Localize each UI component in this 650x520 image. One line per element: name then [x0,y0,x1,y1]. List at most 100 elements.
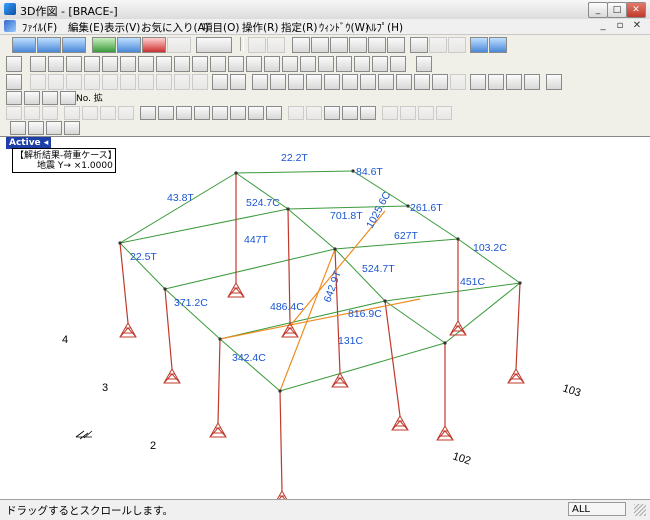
edit-6-icon[interactable] [100,106,116,120]
color-palette-icon[interactable] [196,37,232,53]
print-preview-icon[interactable] [28,121,44,135]
move-icon[interactable] [368,37,386,53]
library-icon[interactable] [64,121,80,135]
member-add-icon[interactable] [158,106,174,120]
menu-view[interactable]: 表示(V) [104,20,140,35]
help-cursor-icon[interactable] [546,74,562,90]
maximize-button[interactable]: □ [607,2,627,18]
layer-1-icon[interactable] [410,37,428,53]
mode-6-icon[interactable] [120,74,136,90]
grid-icon[interactable] [489,37,507,53]
menu-file[interactable]: ﾌｧｲﾙ(F) [22,20,57,35]
n2-icon[interactable] [120,56,136,72]
arrow-up-icon[interactable] [506,74,522,90]
brace-icon[interactable] [156,56,172,72]
menu-items[interactable]: 項目(O) [202,20,239,35]
arrow-icon[interactable] [330,37,348,53]
no-label[interactable]: No. 拡 [76,91,103,104]
zoom-in-icon[interactable] [414,74,430,90]
chevron-up-icon[interactable] [418,106,434,120]
menu-edit[interactable]: 編集(E) [68,20,104,35]
list4-icon[interactable] [60,91,76,105]
minimize-button[interactable]: _ [588,2,608,18]
layer-2-icon[interactable] [429,37,447,53]
copy-icon[interactable] [387,37,405,53]
menu-window[interactable]: ｳｨﾝﾄﾞｳ(W) [319,20,369,35]
pointer-2-icon[interactable] [6,74,22,90]
cursor-icon[interactable] [252,74,268,90]
support-icon[interactable] [174,56,190,72]
mode-1-icon[interactable] [30,74,46,90]
tree-icon[interactable] [396,74,412,90]
close-button[interactable]: ✕ [626,2,646,18]
list-icon[interactable] [6,91,22,105]
rotate2-icon[interactable] [306,74,322,90]
dot-icon[interactable] [360,106,376,120]
q2-icon[interactable] [84,56,100,72]
menu-operation[interactable]: 操作(R) [242,20,279,35]
print-icon[interactable] [10,121,26,135]
support-add-icon[interactable] [212,106,228,120]
scale-icon[interactable] [450,74,466,90]
mdi-minimize-button[interactable]: _ [596,20,610,31]
mode-5-icon[interactable] [102,74,118,90]
layer-3-icon[interactable] [448,37,466,53]
paste-icon[interactable] [306,106,322,120]
member-join-icon[interactable] [194,106,210,120]
chevron-up2-icon[interactable] [436,106,452,120]
arrow-down-icon[interactable] [524,74,540,90]
select-icon[interactable] [349,37,367,53]
node-add-icon[interactable] [140,106,156,120]
check-icon[interactable] [167,37,191,53]
frame3-icon[interactable] [300,56,316,72]
member-split-icon[interactable] [176,106,192,120]
undo-icon[interactable] [342,74,358,90]
load-icon[interactable] [192,56,208,72]
frame8-icon[interactable] [390,56,406,72]
box-icon[interactable] [342,106,358,120]
node-icon[interactable] [246,56,262,72]
select-box-icon[interactable] [270,74,286,90]
member-m-icon[interactable] [30,56,46,72]
edit-3-icon[interactable] [42,106,58,120]
pointer-icon[interactable] [6,56,22,72]
panel3-icon[interactable] [266,106,282,120]
mode-4-icon[interactable] [84,74,100,90]
edit-1-icon[interactable] [6,106,22,120]
grid-view-3-icon[interactable] [62,37,86,53]
dimension-icon[interactable] [292,37,310,53]
section-icon[interactable] [228,56,244,72]
mode-9-icon[interactable] [174,74,190,90]
design-icon[interactable] [142,37,166,53]
frame7-icon[interactable] [372,56,388,72]
menu-favorites[interactable]: お気に入り(A) [141,20,209,35]
edit-7-icon[interactable] [118,106,134,120]
angle-icon[interactable] [311,37,329,53]
number-icon[interactable] [470,74,486,90]
drawing-canvas[interactable]: 22.2T 84.6T 43.8T 524.7C 701.8T 1025.6C 261.6T… [0,136,650,500]
mdi-close-button[interactable]: ✕ [630,20,644,31]
mode-2-icon[interactable] [48,74,64,90]
zoom-icon[interactable] [230,74,246,90]
menu-help[interactable]: ﾍﾙﾌﾟ(H) [366,20,403,35]
chevron-down2-icon[interactable] [400,106,416,120]
zoom-fit-icon[interactable] [432,74,448,90]
tool-2-icon[interactable] [267,37,285,53]
print-view-icon[interactable] [212,74,228,90]
chevron-down-icon[interactable] [382,106,398,120]
mode-10-icon[interactable] [192,74,208,90]
rotate3-icon[interactable] [324,74,340,90]
redo-icon[interactable] [360,74,376,90]
mode-7-icon[interactable] [138,74,154,90]
frame-model-icon[interactable] [92,37,116,53]
number2-icon[interactable] [488,74,504,90]
member-m2-icon[interactable] [48,56,64,72]
mirror-icon[interactable] [324,106,340,120]
export-icon[interactable] [46,121,62,135]
text-icon[interactable] [210,56,226,72]
copy2-icon[interactable] [288,106,304,120]
frame4-icon[interactable] [318,56,334,72]
edit-4-icon[interactable] [64,106,80,120]
list2-icon[interactable] [24,91,40,105]
table-icon[interactable] [470,37,488,53]
